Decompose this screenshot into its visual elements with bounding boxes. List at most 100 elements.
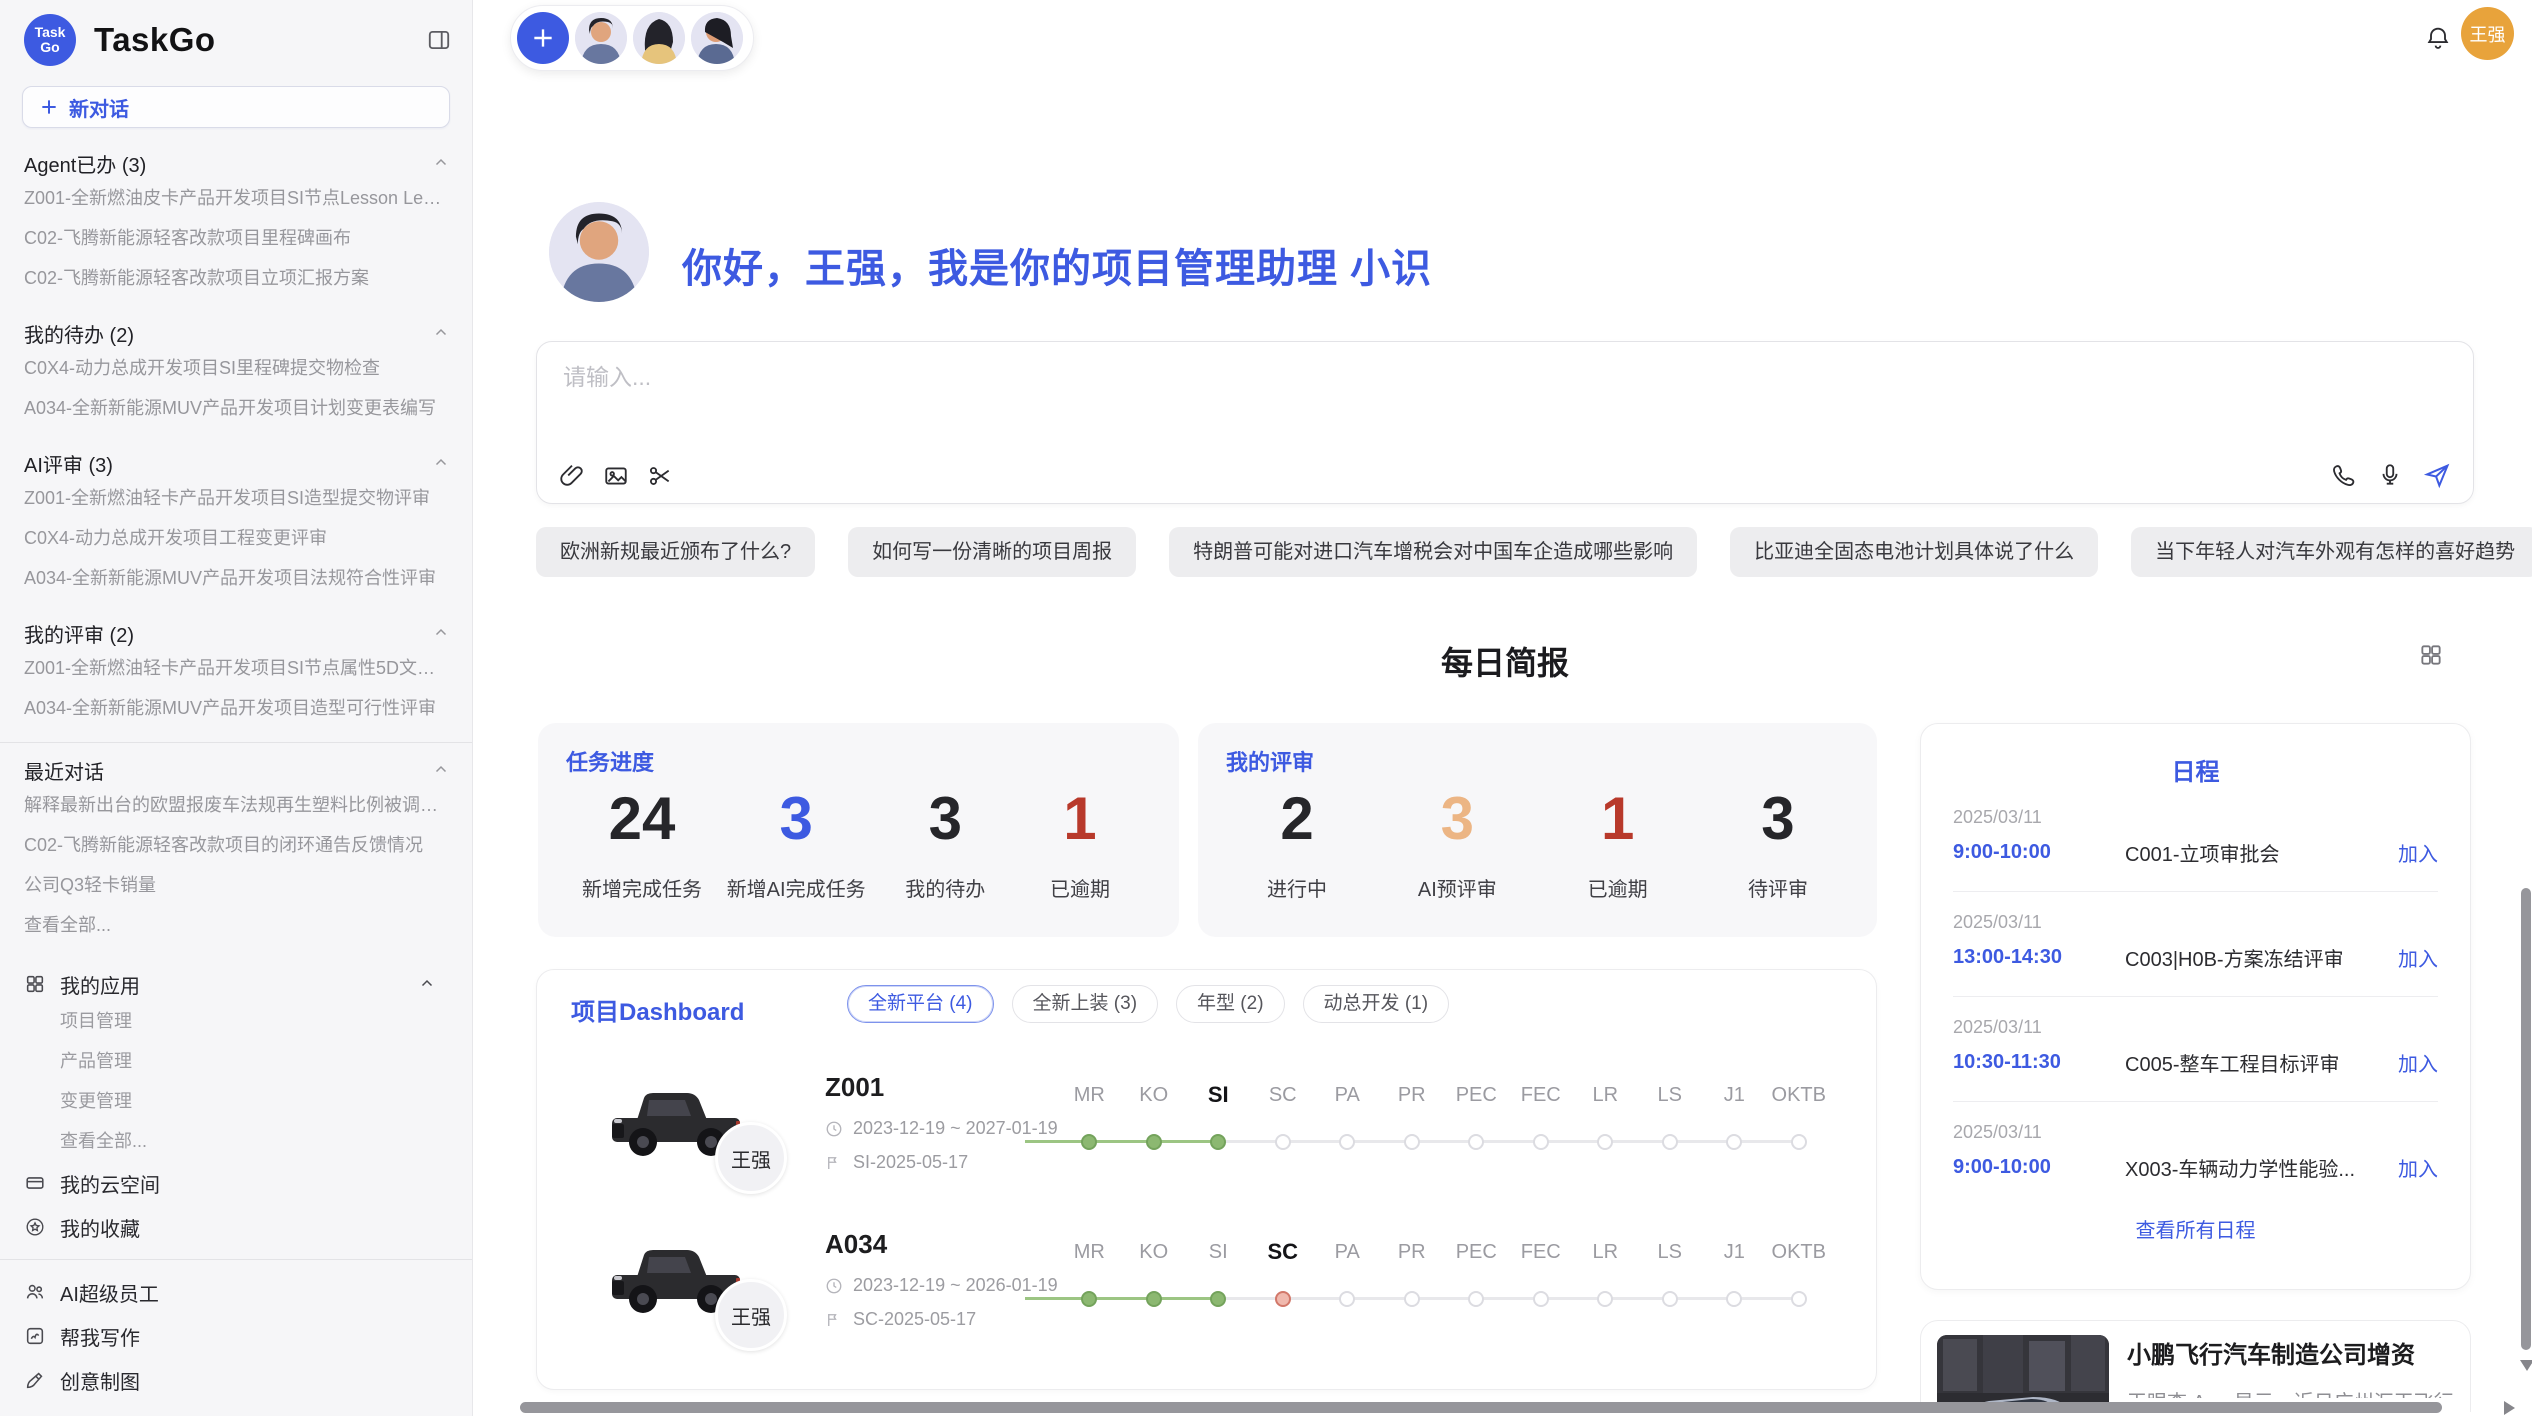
sidebar-item-cloud-space[interactable]: 我的云空间 — [24, 1161, 450, 1205]
stat-value: 1 — [1063, 787, 1096, 851]
section-recent[interactable]: 最近对话 — [24, 755, 450, 785]
milestone-connector — [1476, 1140, 1541, 1143]
stat-label: 已逾期 — [1588, 873, 1648, 902]
message-composer — [536, 341, 2474, 504]
notifications-bell-icon[interactable] — [2424, 24, 2452, 52]
dashboard-tab[interactable]: 全新上装 (3) — [1012, 985, 1159, 1023]
list-item[interactable]: C0X4-动力总成开发项目SI里程碑提交物检查 — [24, 348, 450, 388]
list-item[interactable]: 查看全部... — [24, 905, 450, 945]
milestone-dot — [1081, 1291, 1097, 1307]
app-item[interactable]: 查看全部... — [60, 1121, 450, 1161]
project-dates: 2023-12-19 ~ 2026-01-19 — [825, 1275, 1058, 1296]
list-item[interactable]: A034-全新新能源MUV产品开发项目法规符合性评审 — [24, 558, 450, 598]
suggestion-chip[interactable]: 当下年轻人对汽车外观有怎样的喜好趋势 — [2131, 527, 2532, 577]
layout-grid-icon[interactable] — [2418, 642, 2444, 668]
schedule-time: 9:00-10:00 — [1953, 1156, 2125, 1179]
assistant-avatar-1[interactable] — [575, 12, 627, 64]
attachment-icon[interactable] — [559, 463, 585, 489]
project-row[interactable]: 王强 A034 2023-12-19 ~ 2026-01-19 SC-2025-… — [537, 1213, 1876, 1370]
app-item[interactable]: 变更管理 — [60, 1081, 450, 1121]
sidebar-item-write-helper[interactable]: 帮我写作 — [24, 1314, 450, 1358]
add-assistant-button[interactable] — [517, 12, 569, 64]
send-icon[interactable] — [2423, 461, 2451, 489]
join-button[interactable]: 加入 — [2398, 1153, 2438, 1182]
horizontal-scrollbar-thumb[interactable] — [520, 1402, 2442, 1413]
milestone-label: SI — [1209, 1239, 1228, 1265]
scissors-icon[interactable] — [647, 463, 673, 489]
schedule-event-title: C005-整车工程目标评审 — [2125, 1048, 2386, 1077]
suggestion-chip[interactable]: 比亚迪全固态电池计划具体说了什么 — [1730, 527, 2098, 577]
app-item[interactable]: 产品管理 — [60, 1041, 450, 1081]
section-ai-review[interactable]: AI评审 (3) — [24, 448, 450, 478]
section-my-review[interactable]: 我的评审 (2) — [24, 618, 450, 648]
milestone-connector — [1154, 1140, 1219, 1143]
suggestion-chip[interactable]: 如何写一份清晰的项目周报 — [848, 527, 1136, 577]
sidebar-item-ai-staff[interactable]: AI超级员工 — [24, 1270, 450, 1314]
view-all-schedule-link[interactable]: 查看所有日程 — [1953, 1214, 2438, 1243]
image-icon[interactable] — [603, 463, 629, 489]
milestone: OKTB — [1767, 1239, 1832, 1307]
section-todo[interactable]: 我的待办 (2) — [24, 318, 450, 348]
new-chat-button[interactable]: 新对话 — [22, 86, 450, 128]
user-avatar[interactable]: 王强 — [2461, 7, 2514, 60]
milestone-dot — [1726, 1291, 1742, 1307]
list-item[interactable]: A034-全新新能源MUV产品开发项目计划变更表编写 — [24, 388, 450, 428]
suggestion-chip[interactable]: 特朗普可能对进口汽车增税会对中国车企造成哪些影响 — [1169, 527, 1697, 577]
scroll-right-arrow[interactable] — [2504, 1401, 2515, 1415]
dashboard-tab[interactable]: 动总开发 (1) — [1303, 985, 1450, 1023]
list-item[interactable]: Z001-全新燃油轻卡产品开发项目SI造型提交物评审 — [24, 478, 450, 518]
assistant-avatar-3[interactable] — [691, 12, 743, 64]
app-title: TaskGo — [94, 21, 426, 59]
collapse-sidebar-icon[interactable] — [426, 27, 452, 53]
dashboard-tab[interactable]: 全新平台 (4) — [847, 985, 994, 1023]
list-item[interactable]: Z001-全新燃油皮卡产品开发项目SI节点Lesson Learn报告 — [24, 178, 450, 218]
star-circle-icon — [24, 1216, 46, 1238]
milestone-label: SC — [1269, 1082, 1297, 1108]
project-row[interactable]: 王强 Z001 2023-12-19 ~ 2027-01-19 SI-2025-… — [537, 1056, 1876, 1213]
users-icon — [24, 1281, 46, 1303]
sidebar: Task Go TaskGo 新对话 Agent已办 (3) — [0, 0, 473, 1416]
milestone-label: KO — [1139, 1239, 1168, 1265]
composer-actions — [2331, 461, 2451, 489]
message-input[interactable] — [561, 356, 2449, 446]
scroll-down-arrow[interactable] — [2520, 1360, 2532, 1371]
my-review-list: Z001-全新燃油轻卡产品开发项目SI节点属性5D文件评审A034-全新新能源M… — [0, 648, 472, 728]
flag-text: SI-2025-05-17 — [853, 1152, 968, 1173]
clock-icon — [825, 1277, 843, 1295]
join-button[interactable]: 加入 — [2398, 838, 2438, 867]
dashboard-tab[interactable]: 年型 (2) — [1176, 985, 1285, 1023]
owner-name: 王强 — [731, 1301, 771, 1330]
list-item[interactable]: C0X4-动力总成开发项目工程变更评审 — [24, 518, 450, 558]
ai-review-list: Z001-全新燃油轻卡产品开发项目SI造型提交物评审C0X4-动力总成开发项目工… — [0, 478, 472, 598]
sidebar-item-creative-drawing[interactable]: 创意制图 — [24, 1358, 450, 1402]
list-item[interactable]: C02-飞腾新能源轻客改款项目立项汇报方案 — [24, 258, 450, 298]
sidebar-item-my-apps[interactable]: 我的应用 — [24, 967, 450, 1001]
list-item[interactable]: C02-飞腾新能源轻客改款项目的闭环通告反馈情况 — [24, 825, 450, 865]
section-agent-done[interactable]: Agent已办 (3) — [24, 148, 450, 178]
list-item[interactable]: 公司Q3轻卡销量 — [24, 865, 450, 905]
chevron-up-icon — [418, 975, 436, 993]
milestone-connector — [1734, 1297, 1799, 1300]
list-item[interactable]: C02-飞腾新能源轻客改款项目里程碑画布 — [24, 218, 450, 258]
schedule-event-title: C001-立项审批会 — [2125, 838, 2386, 867]
sidebar-item-favorites[interactable]: 我的收藏 — [24, 1205, 450, 1249]
milestone-dot — [1146, 1291, 1162, 1307]
stat-value: 2 — [1280, 787, 1313, 851]
suggestion-chip[interactable]: 欧洲新规最近颁布了什么? — [536, 527, 815, 577]
list-item[interactable]: A034-全新新能源MUV产品开发项目造型可行性评审 — [24, 688, 450, 728]
join-button[interactable]: 加入 — [2398, 943, 2438, 972]
chevron-up-icon — [432, 624, 450, 642]
microphone-icon[interactable] — [2377, 462, 2403, 488]
join-button[interactable]: 加入 — [2398, 1048, 2438, 1077]
write-helper-label: 帮我写作 — [60, 1322, 140, 1351]
card-title: 我的评审 — [1226, 745, 1314, 777]
list-item[interactable]: Z001-全新燃油轻卡产品开发项目SI节点属性5D文件评审 — [24, 648, 450, 688]
phone-icon[interactable] — [2331, 462, 2357, 488]
list-item[interactable]: 解释最新出台的欧盟报废车法规再生塑料比例被调至15%... — [24, 785, 450, 825]
vertical-scrollbar-thumb[interactable] — [2521, 888, 2531, 1350]
stat: 24 新增完成任务 — [582, 787, 702, 902]
milestone-label: LS — [1658, 1082, 1682, 1108]
app-item[interactable]: 项目管理 — [60, 1001, 450, 1041]
assistant-avatar-2[interactable] — [633, 12, 685, 64]
milestone-dot — [1339, 1291, 1355, 1307]
